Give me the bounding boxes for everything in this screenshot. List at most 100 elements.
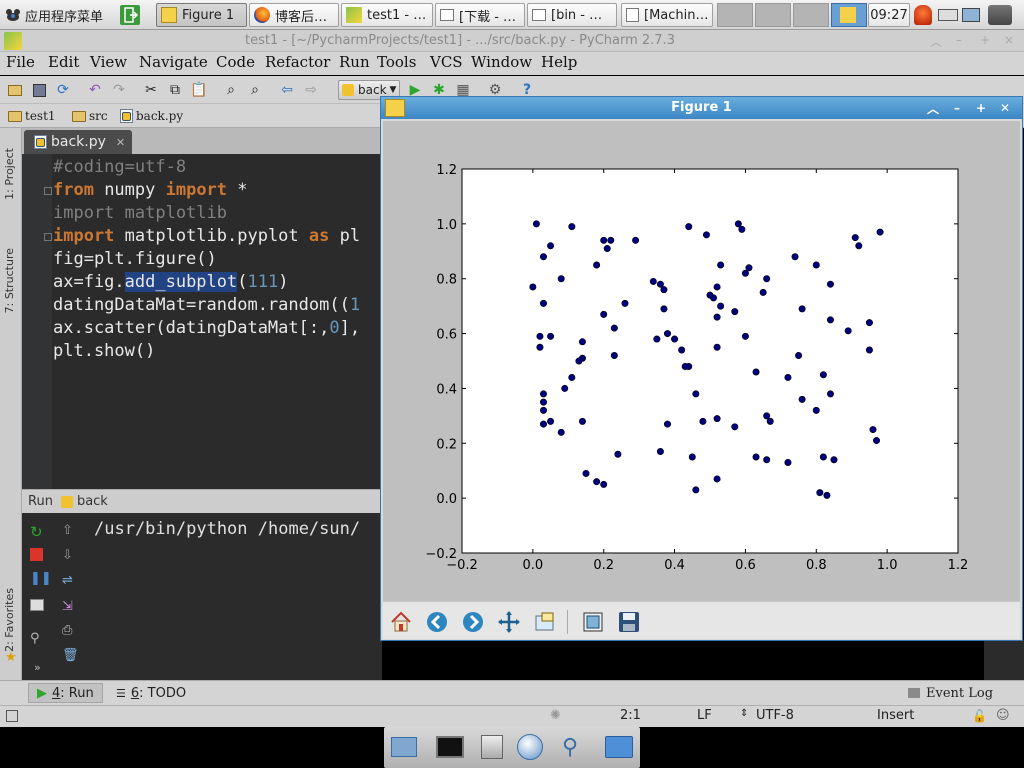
menu-tools[interactable]: Tools xyxy=(377,53,416,71)
keyboard-tray-icon[interactable] xyxy=(938,3,960,27)
workspace-2[interactable] xyxy=(755,3,791,27)
pin-icon[interactable]: ⚲ xyxy=(30,631,46,647)
print-icon[interactable]: ⎙ xyxy=(62,623,78,639)
menu-edit[interactable]: Edit xyxy=(48,53,79,71)
figure-canvas[interactable]: −0.2 0.0 0.2 0.4 0.6 0.8 1.0 1.2 −0.2 0.0 0.2 0.4 0.… xyxy=(383,121,1020,601)
folder-window-icon xyxy=(440,9,454,21)
clock[interactable]: 09:27 xyxy=(868,3,910,27)
undo-icon[interactable]: ↶ xyxy=(86,81,104,99)
arrow-down-icon[interactable]: ⇩ xyxy=(62,548,78,564)
tab-run[interactable]: ▶ 4: Run xyxy=(28,683,103,703)
tab-structure[interactable]: 7: Structure xyxy=(3,248,16,313)
task-bin[interactable]: [bin - … xyxy=(527,3,617,27)
code-editor[interactable]: #coding=utf-8 from numpy import * import… xyxy=(22,154,382,489)
task-pycharm[interactable]: test1 - … xyxy=(341,3,433,27)
logout-tray-icon[interactable] xyxy=(988,3,1018,27)
menu-navigate[interactable]: Navigate xyxy=(139,53,208,71)
layout-icon[interactable] xyxy=(30,599,44,611)
logout-button[interactable] xyxy=(120,3,144,27)
cut-icon[interactable]: ✂ xyxy=(142,81,160,99)
scroll-to-end-icon[interactable]: ⇲ xyxy=(62,599,78,615)
save-icon[interactable] xyxy=(617,610,641,634)
copy-icon[interactable]: ⧉ xyxy=(166,81,184,99)
maximize-button[interactable]: + xyxy=(972,100,990,116)
fold-marker-icon[interactable] xyxy=(44,187,52,195)
menu-code[interactable]: Code xyxy=(216,53,255,71)
menu-window[interactable]: Window xyxy=(471,53,532,71)
inspector-icon[interactable]: ☺ xyxy=(996,708,1010,723)
task-downloads[interactable]: [下载 - … xyxy=(435,3,525,27)
search-icon[interactable]: ⚲ xyxy=(555,733,585,761)
figure-title-bar[interactable]: Figure 1 ︿ – + ✕ xyxy=(381,97,1022,119)
line-separator[interactable]: LF xyxy=(697,708,712,723)
alert-tray-icon[interactable] xyxy=(914,3,936,27)
find-icon[interactable]: ⌕ xyxy=(222,81,240,99)
save-all-icon[interactable] xyxy=(30,81,48,99)
minimize-button[interactable]: – xyxy=(948,100,966,116)
tab-event-log[interactable]: Event Log xyxy=(908,683,993,703)
toggle-tool-windows-icon[interactable] xyxy=(6,710,18,722)
breadcrumb-file[interactable]: back.py xyxy=(120,107,183,125)
trash-icon[interactable]: 🗑 xyxy=(62,648,79,664)
redo-icon[interactable]: ↷ xyxy=(110,81,128,99)
tab-project[interactable]: 1: Project xyxy=(3,148,16,200)
shade-button[interactable]: ︿ xyxy=(924,100,942,116)
pause-icon[interactable]: ❚❚ xyxy=(30,571,52,587)
scatter-point xyxy=(600,480,608,488)
back-icon[interactable] xyxy=(425,610,449,634)
nav-back-icon[interactable]: ⇦ xyxy=(278,81,296,99)
zoom-icon[interactable] xyxy=(533,610,557,634)
applications-menu[interactable]: 应用程序菜单 xyxy=(4,3,116,27)
paste-icon[interactable]: 📋 xyxy=(190,81,208,99)
browser-icon[interactable] xyxy=(515,733,545,761)
home-icon[interactable] xyxy=(389,610,413,634)
menu-file[interactable]: File xyxy=(6,53,35,71)
rerun-icon[interactable]: ↻ xyxy=(30,523,46,541)
window-close-button[interactable]: × xyxy=(1004,33,1014,47)
clock-time: 09:27 xyxy=(870,7,908,23)
task-figure-1[interactable]: Figure 1 xyxy=(156,3,247,27)
window-shade-button[interactable]: ︿ xyxy=(930,33,942,50)
sync-icon[interactable]: ⟳ xyxy=(54,81,72,99)
terminal-icon[interactable] xyxy=(435,733,465,761)
folder-icon[interactable] xyxy=(604,733,634,761)
window-minimize-button[interactable]: – xyxy=(956,33,962,47)
task-firefox[interactable]: 博客后… xyxy=(249,3,339,27)
file-manager-icon[interactable] xyxy=(477,733,507,761)
workspace-3[interactable] xyxy=(793,3,829,27)
close-button[interactable]: ✕ xyxy=(996,100,1014,116)
menu-refactor[interactable]: Refactor xyxy=(265,53,330,71)
caret-position[interactable]: 2:1 xyxy=(620,708,641,723)
tab-todo[interactable]: ☰ 6: TODO xyxy=(116,683,186,703)
network-tray-icon[interactable] xyxy=(962,3,984,27)
replace-icon[interactable]: ⌕ xyxy=(246,81,264,99)
menu-help[interactable]: Help xyxy=(541,53,577,71)
workspace-4[interactable] xyxy=(831,3,867,27)
menu-run[interactable]: Run xyxy=(339,53,370,71)
soft-wrap-icon[interactable]: ⇌ xyxy=(62,573,78,589)
arrow-up-icon[interactable]: ⇧ xyxy=(62,523,78,539)
more-icon[interactable]: » xyxy=(34,661,50,677)
fold-marker-icon[interactable] xyxy=(44,233,52,241)
code-line-1: #coding=utf-8 xyxy=(53,157,187,177)
task-machine[interactable]: [Machin… xyxy=(621,3,713,27)
open-icon[interactable] xyxy=(6,81,24,99)
file-encoding[interactable]: UTF-8 xyxy=(756,708,794,723)
lock-icon[interactable]: 🔓 xyxy=(972,709,987,723)
menu-view[interactable]: View xyxy=(90,53,127,71)
pan-icon[interactable] xyxy=(497,610,521,634)
close-icon[interactable]: ✕ xyxy=(116,136,125,149)
tab-back-py[interactable]: back.py ✕ xyxy=(24,130,132,154)
window-maximize-button[interactable]: + xyxy=(980,33,990,47)
forward-icon[interactable] xyxy=(461,610,485,634)
breadcrumb-project[interactable]: test1 xyxy=(8,107,56,125)
tab-favorites[interactable]: 2: Favorites xyxy=(3,588,16,652)
subplots-icon[interactable] xyxy=(581,610,605,634)
menu-vcs[interactable]: VCS xyxy=(430,53,463,71)
workspace-1[interactable] xyxy=(717,3,753,27)
breadcrumb-src[interactable]: src xyxy=(72,107,108,125)
nav-forward-icon[interactable]: ⇨ xyxy=(302,81,320,99)
show-desktop-icon[interactable] xyxy=(389,733,419,761)
insert-mode[interactable]: Insert xyxy=(877,708,914,723)
stop-icon[interactable] xyxy=(30,548,43,561)
